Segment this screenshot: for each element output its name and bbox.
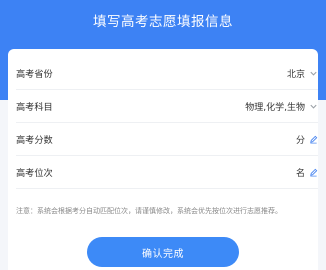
chevron-down-icon[interactable] xyxy=(308,101,318,111)
score-label: 高考分数 xyxy=(16,135,53,146)
chevron-down-icon[interactable] xyxy=(308,68,318,78)
score-row[interactable]: 高考分数 分 xyxy=(16,123,318,156)
rank-value[interactable]: 名 xyxy=(296,166,305,179)
notice-text: 注意：系统会根据考分自动匹配位次，请谨慎修改，系统会优先按位次进行志愿推荐。 xyxy=(16,207,282,215)
province-row[interactable]: 高考省份 北京 xyxy=(16,57,318,90)
subjects-value: 物理,化学,生物 xyxy=(245,102,305,113)
score-value[interactable]: 分 xyxy=(296,133,305,146)
province-label: 高考省份 xyxy=(16,69,53,80)
confirm-button[interactable]: 确认完成 xyxy=(87,237,239,267)
page-title: 填写高考志愿填报信息 xyxy=(93,14,233,30)
rank-row[interactable]: 高考位次 名 xyxy=(16,156,318,189)
form-card: 高考省份 北京 高考科目 物理,化学,生物 高考分数 分 高考位次 名 注意：系… xyxy=(8,49,318,270)
subjects-row[interactable]: 高考科目 物理,化学,生物 xyxy=(16,90,318,123)
rank-label: 高考位次 xyxy=(16,168,53,179)
pencil-icon[interactable] xyxy=(308,134,318,144)
province-value: 北京 xyxy=(286,69,305,80)
subjects-label: 高考科目 xyxy=(16,102,53,113)
pencil-icon[interactable] xyxy=(308,167,318,177)
